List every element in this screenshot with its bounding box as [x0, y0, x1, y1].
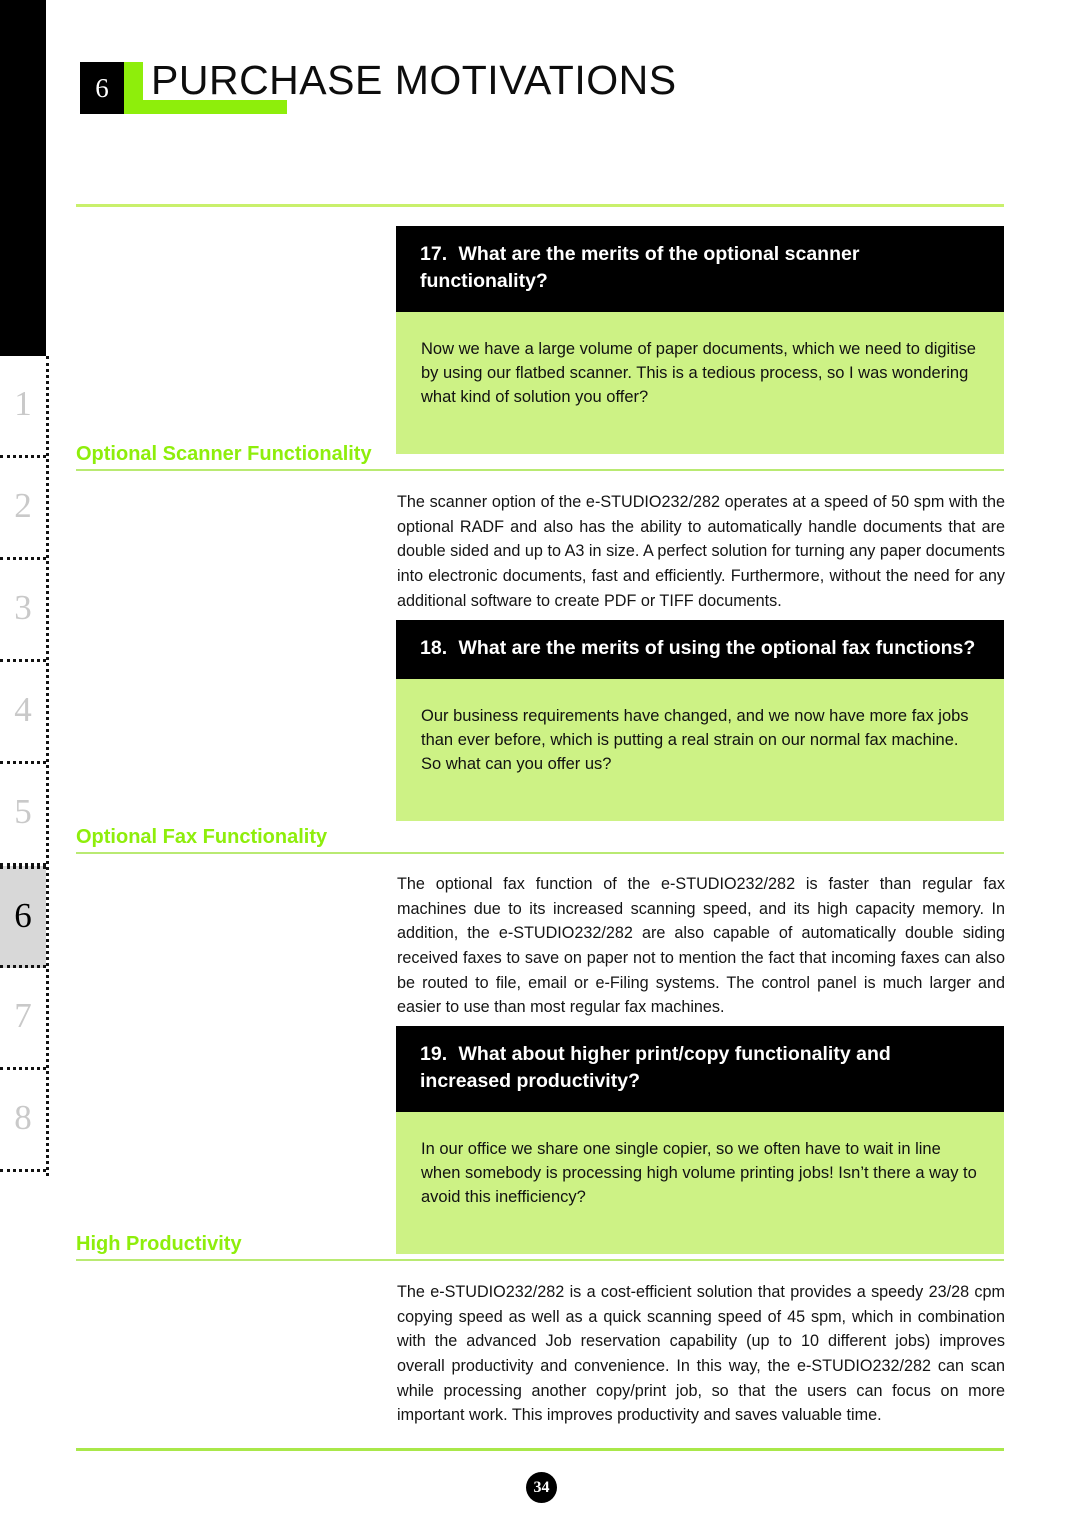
top-divider-rule	[76, 204, 1004, 207]
page-title: PURCHASE MOTIVATIONS	[151, 57, 677, 103]
sidebar-item-label: 3	[14, 588, 32, 627]
qa-block-19: 19. What about higher print/copy functio…	[396, 1026, 1004, 1254]
sidebar-dotted-spine	[46, 356, 49, 1176]
sidebar-item-label: 5	[14, 792, 32, 831]
sidebar-item-7[interactable]: 7	[0, 968, 46, 1070]
chapter-number-label: 6	[95, 72, 109, 103]
section-body-optional-fax-functionality: The optional fax function of the e-STUDI…	[397, 875, 1005, 1017]
sidebar-item-5[interactable]: 5	[0, 764, 46, 866]
sidebar-item-label: 6	[14, 895, 32, 935]
qa-block-18: 18. What are the merits of using the opt…	[396, 620, 1004, 821]
sidebar-item-3[interactable]: 3	[0, 560, 46, 662]
customer-quote-18: Our business requirements have changed, …	[396, 678, 1004, 821]
question-header-19: 19. What about higher print/copy functio…	[396, 1026, 1004, 1112]
question-text: What are the merits of using the optiona…	[458, 637, 976, 659]
question-number: 18.	[420, 637, 448, 659]
question-text: What are the merits of the optional scan…	[420, 243, 860, 292]
question-number: 19.	[420, 1043, 448, 1065]
sidebar-item-label: 7	[14, 996, 32, 1035]
customer-quote-17: Now we have a large volume of paper docu…	[396, 311, 1004, 454]
sidebar-item-2[interactable]: 2	[0, 458, 46, 560]
sidebar-item-1[interactable]: 1	[0, 356, 46, 458]
sidebar-item-label: 1	[14, 384, 32, 423]
section-heading-rule	[76, 469, 1004, 471]
question-text: What about higher print/copy functionali…	[420, 1043, 891, 1092]
section-heading-label: Optional Scanner Functionality	[76, 443, 372, 465]
page-number-badge: 34	[526, 1472, 557, 1503]
page-header: 6 PURCHASE MOTIVATIONS	[80, 57, 1010, 124]
question-header-18: 18. What are the merits of using the opt…	[396, 620, 1004, 679]
section-heading-label: High Productivity	[76, 1233, 242, 1255]
chapter-sidebar: 1 2 3 4 5 6 7 8	[0, 0, 49, 1527]
sidebar-item-label: 8	[14, 1098, 32, 1137]
qa-block-17: 17. What are the merits of the optional …	[396, 226, 1004, 454]
sidebar-black-block	[0, 0, 46, 356]
section-heading-rule	[76, 1259, 1004, 1261]
section-heading-optional-fax-functionality: Optional Fax Functionality	[76, 826, 1004, 854]
sidebar-item-4[interactable]: 4	[0, 662, 46, 764]
section-heading-high-productivity: High Productivity	[76, 1233, 1004, 1261]
sidebar-item-label: 4	[14, 690, 32, 729]
sidebar-item-8[interactable]: 8	[0, 1070, 46, 1172]
page-number-label: 34	[533, 1478, 550, 1496]
section-body-optional-scanner-functionality: The scanner option of the e-STUDIO232/28…	[397, 493, 1005, 610]
section-heading-rule	[76, 852, 1004, 854]
sidebar-item-6[interactable]: 6	[0, 866, 46, 968]
section-heading-label: Optional Fax Functionality	[76, 826, 328, 848]
footer-divider-rule	[76, 1448, 1004, 1451]
section-heading-optional-scanner-functionality: Optional Scanner Functionality	[76, 443, 1004, 471]
section-body-high-productivity: The e-STUDIO232/282 is a cost-efficient …	[397, 1283, 1005, 1425]
question-header-17: 17. What are the merits of the optional …	[396, 226, 1004, 312]
sidebar-item-label: 2	[14, 486, 32, 525]
chapter-number-badge: 6	[80, 62, 124, 114]
question-number: 17.	[420, 243, 448, 265]
